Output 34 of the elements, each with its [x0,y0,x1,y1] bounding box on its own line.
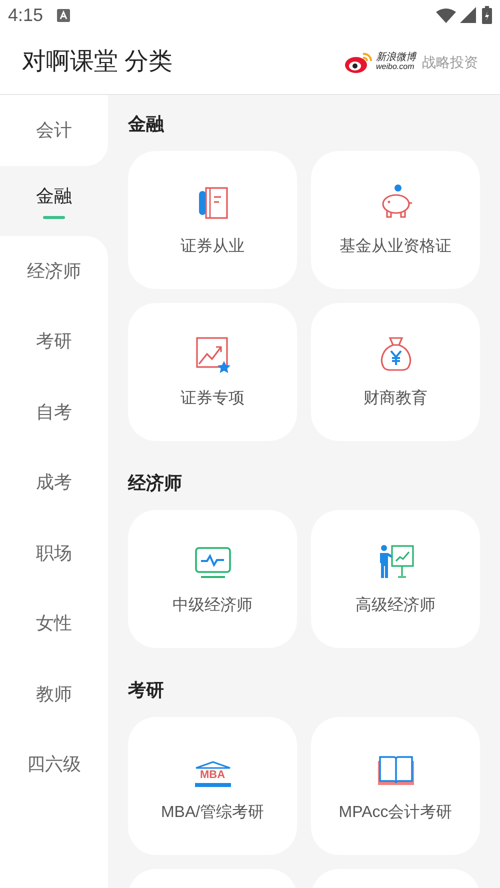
section-title: 经济师 [128,472,183,495]
category-card[interactable]: 证券从业 [128,151,297,289]
category-card[interactable]: 高级经济师 [311,510,480,648]
page-title: 对啊课堂 分类 [22,47,173,77]
sidebar-item[interactable]: 考研 [0,306,108,377]
sidebar-item[interactable]: 四六级 [0,730,108,800]
sidebar-item[interactable]: 成考 [0,448,108,518]
battery-icon [482,6,492,24]
monitor-icon [194,546,232,580]
category-card[interactable]: 财商教育 [311,303,480,441]
status-time: 4:15 [8,4,44,26]
category-card[interactable]: 证券专项 [128,303,297,441]
sidebar-item[interactable]: 职场 [0,518,108,588]
sidebar-item[interactable]: 女性 [0,588,108,659]
section-title: 考研 [128,679,165,702]
category-card[interactable]: 基金从业资格证 [311,151,480,289]
sponsor-name: 新浪微博 [376,53,416,63]
section-title: 金融 [128,113,165,136]
category-card[interactable]: MBA MBA/管综考研 [128,717,297,855]
sponsor-label: 战略投资 [422,52,478,72]
book-icon [376,753,416,787]
selected-indicator [43,216,65,219]
wifi-icon [436,8,456,22]
weibo-logo-icon [344,50,374,74]
sponsor-url: weibo.com [376,63,416,71]
sidebar-item[interactable]: 自考 [0,377,108,448]
chart-icon [194,335,232,373]
sidebar-item[interactable]: 教师 [0,659,108,730]
category-card[interactable]: 中级经济师 [128,510,297,648]
sidebar-item[interactable]: 经济师 [0,236,108,306]
signal-icon [460,7,476,23]
notification-icon [57,8,70,22]
sidebar-item[interactable]: 会计 [0,95,108,166]
category-card[interactable]: MPAcc会计考研 [311,717,480,855]
